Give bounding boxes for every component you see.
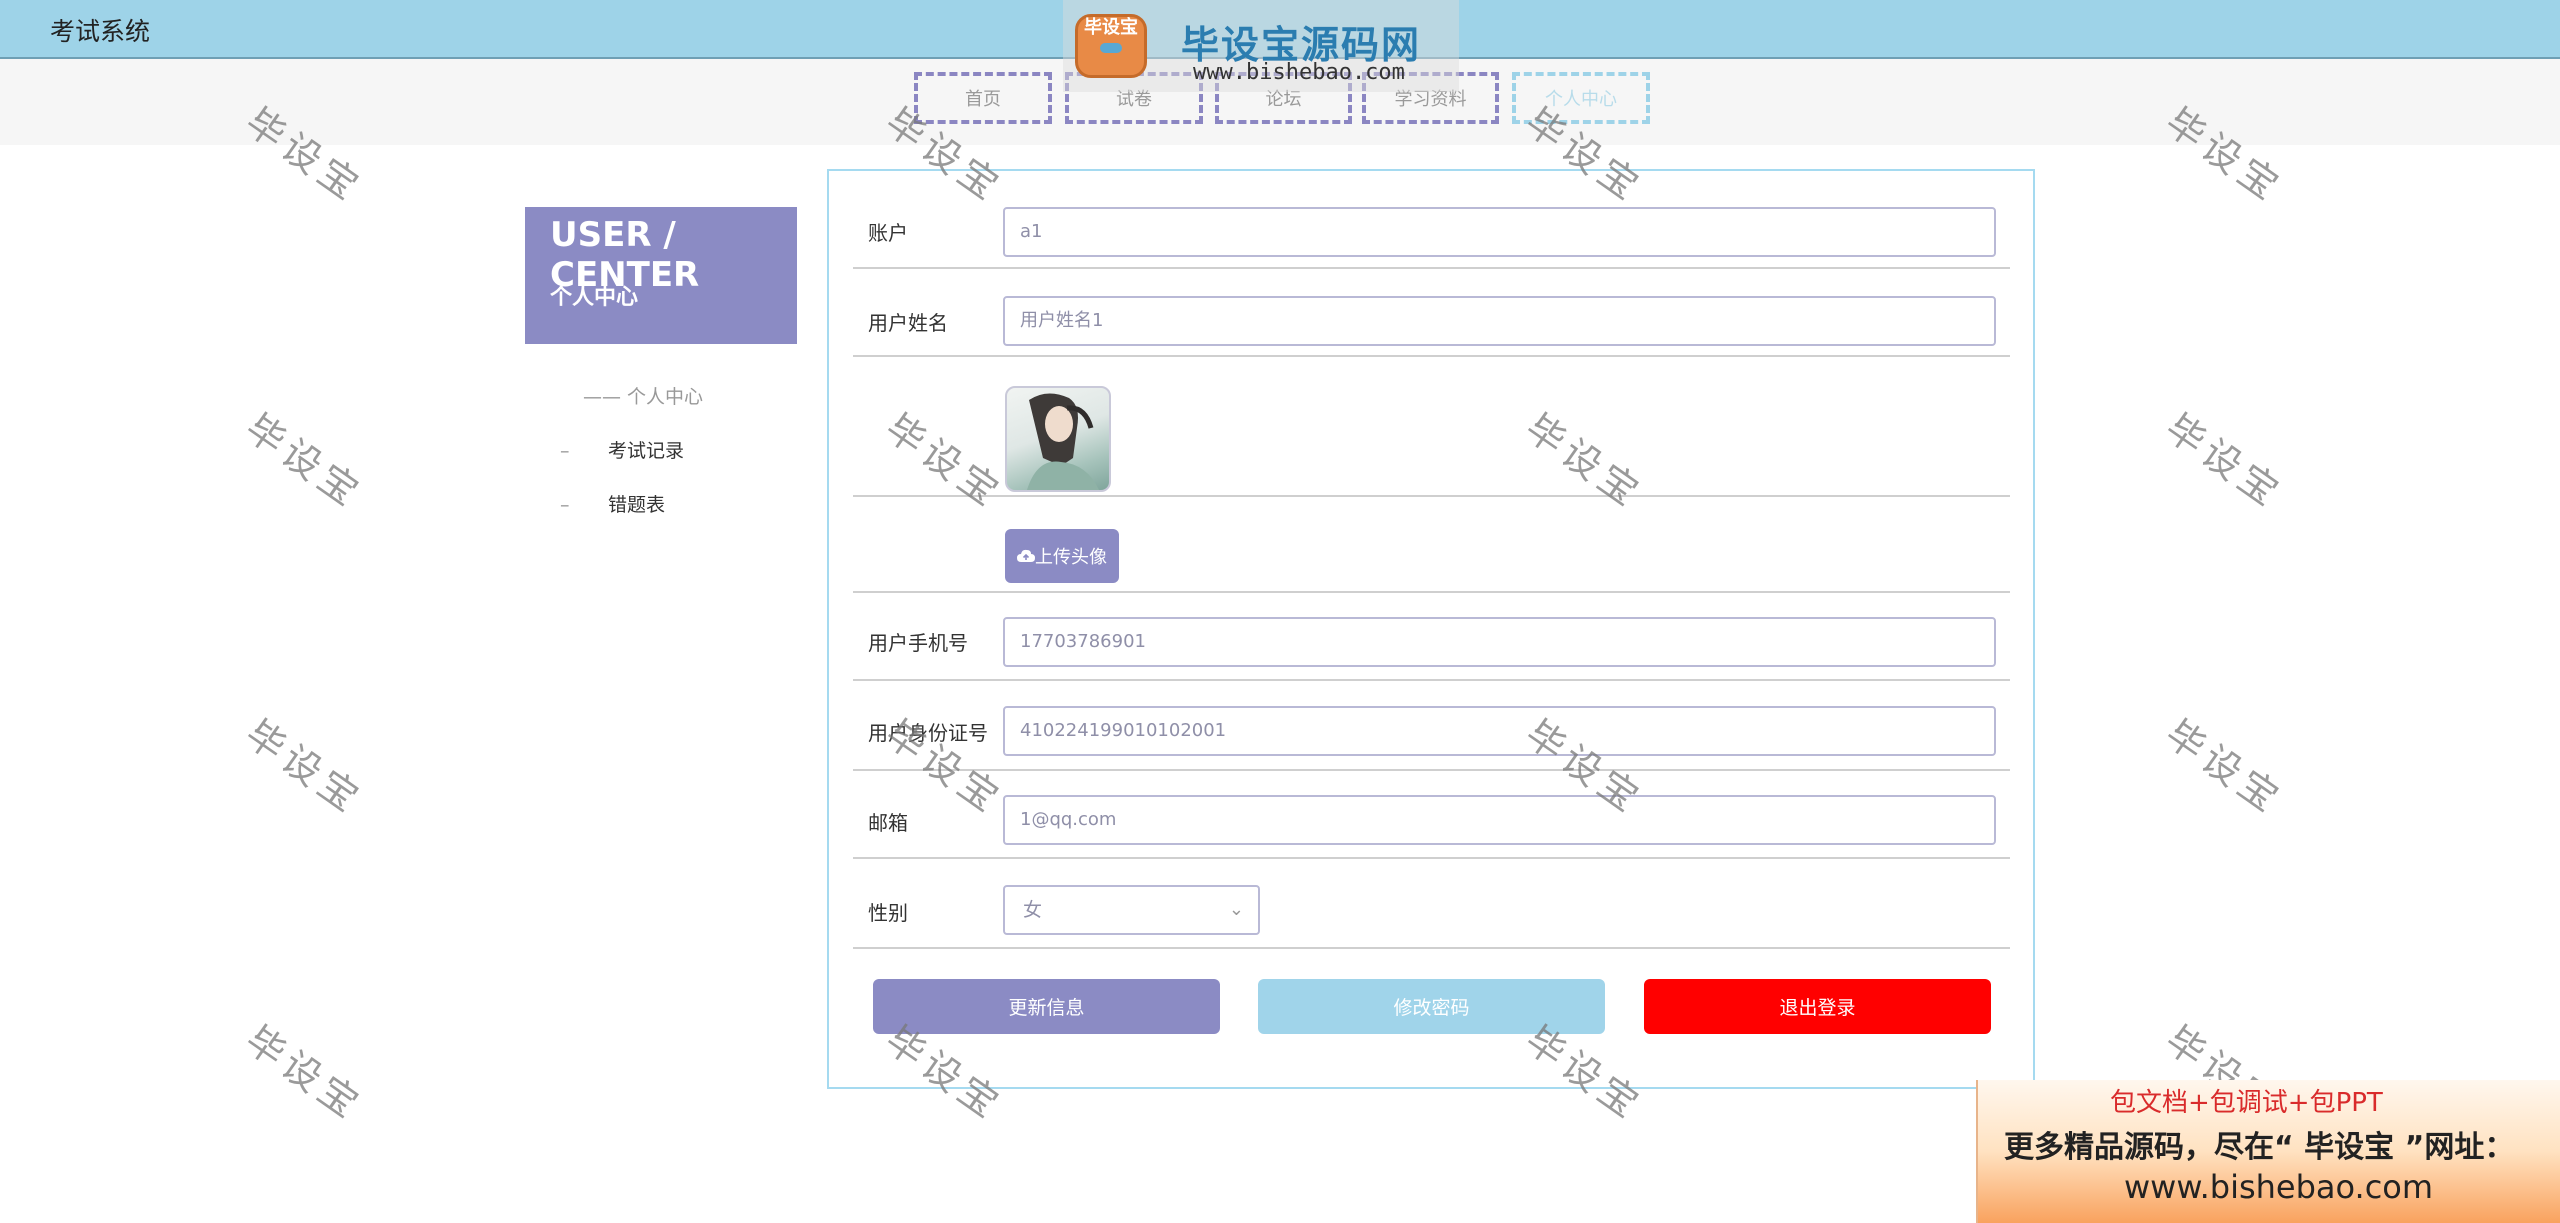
id-card-label: 用户身份证号: [868, 721, 988, 745]
gender-label: 性别: [868, 901, 908, 925]
name-field[interactable]: 用户姓名1: [1003, 296, 1996, 346]
watermark-text: 毕设宝: [237, 1017, 371, 1130]
email-label: 邮箱: [868, 811, 908, 835]
cloud-upload-icon: [1017, 549, 1035, 562]
sidebar-item-label: 考试记录: [608, 440, 685, 462]
sidebar-item-label: 个人中心: [627, 386, 704, 408]
watermark-text: 毕设宝: [2157, 711, 2291, 824]
upload-avatar-label: 上传头像: [1035, 547, 1107, 568]
promo-url: www.bishebao.com: [2124, 1168, 2434, 1206]
watermark-text: 毕设宝: [237, 405, 371, 518]
avatar-image: [1027, 393, 1099, 490]
sidebar-item-user-center[interactable]: —— 个人中心: [583, 382, 703, 409]
sidebar-item-prefix: –: [560, 440, 570, 462]
nav-home[interactable]: 首页: [914, 72, 1052, 124]
phone-label: 用户手机号: [868, 631, 968, 655]
logo-url: www.bishebao.com: [1193, 60, 1405, 85]
gender-value: 女: [1023, 899, 1043, 921]
phone-field[interactable]: 17703786901: [1003, 617, 1996, 667]
form-row-gender: 性别 女 ⌄: [853, 859, 2010, 949]
form-row-id-card: 用户身份证号 410224199010102001: [853, 681, 2010, 771]
watermark-text: 毕设宝: [2157, 405, 2291, 518]
sidebar-item-exam-records[interactable]: – 考试记录: [560, 436, 684, 463]
account-field[interactable]: a1: [1003, 207, 1996, 257]
logo-badge-text: 毕设宝: [1084, 17, 1138, 38]
nav-user-center[interactable]: 个人中心: [1512, 72, 1650, 124]
watermark-text: 毕设宝: [237, 711, 371, 824]
promo-line-1: 包文档+包调试+包PPT: [2110, 1088, 2383, 1118]
promo-banner[interactable]: 包文档+包调试+包PPT 更多精品源码，尽在“ 毕设宝 ”网址： www.bis…: [1976, 1080, 2560, 1223]
app-title: 考试系统: [50, 17, 151, 46]
profile-form-card: 账户 a1 用户姓名 用户姓名1 上传头像 用户手机号 17703786901 …: [827, 169, 2035, 1089]
logout-button[interactable]: 退出登录: [1644, 979, 1991, 1034]
update-info-button[interactable]: 更新信息: [873, 979, 1220, 1034]
sidebar-item-prefix: ——: [583, 386, 621, 408]
chevron-down-icon: ⌄: [1228, 899, 1244, 920]
form-row-account: 账户 a1: [853, 195, 2010, 269]
sidebar-item-wrong-questions[interactable]: – 错题表: [560, 490, 665, 517]
sidebar-item-prefix: –: [560, 494, 570, 516]
email-field[interactable]: 1@qq.com: [1003, 795, 1996, 845]
user-center-heading-cn: 个人中心: [550, 285, 639, 310]
account-label: 账户: [868, 221, 908, 245]
form-row-email: 邮箱 1@qq.com: [853, 771, 2010, 859]
promo-line-2: 更多精品源码，尽在“ 毕设宝 ”网址：: [2004, 1130, 2515, 1165]
form-row-name: 用户姓名 用户姓名1: [853, 269, 2010, 357]
user-center-header: USER / CENTER 个人中心: [525, 207, 797, 344]
logo-badge: 毕设宝: [1075, 14, 1147, 78]
upload-avatar-button[interactable]: 上传头像: [1005, 529, 1119, 583]
id-card-field[interactable]: 410224199010102001: [1003, 706, 1996, 756]
name-label: 用户姓名: [868, 311, 948, 335]
change-password-button[interactable]: 修改密码: [1258, 979, 1605, 1034]
form-row-phone: 用户手机号 17703786901: [853, 593, 2010, 681]
avatar: [1005, 386, 1111, 492]
logo-watermark: 毕设宝 毕设宝源码网 www.bishebao.com: [1063, 0, 1459, 92]
gender-select[interactable]: 女 ⌄: [1003, 885, 1260, 935]
sidebar-item-label: 错题表: [608, 494, 666, 516]
logo-dot: [1100, 43, 1122, 53]
